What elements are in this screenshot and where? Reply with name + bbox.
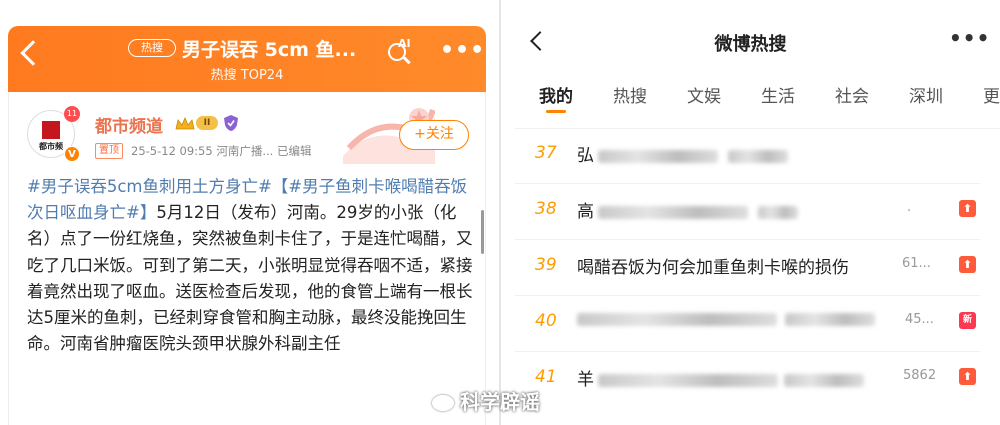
- watermark-text: 科学辟谣: [460, 390, 540, 414]
- heat-count: 45...: [905, 312, 934, 327]
- notification-badge: 11: [64, 106, 80, 122]
- rank-number: 39: [535, 255, 557, 275]
- rank-number: 38: [535, 199, 557, 219]
- rank-number: 37: [535, 143, 557, 163]
- hot-search-list-panel: 微博热搜 ••• 我的 热搜 文娱 生活 社会 深圳 更 37 弘 38 高 .…: [501, 0, 1000, 425]
- pinned-tag: 置顶: [95, 143, 123, 159]
- list-item[interactable]: 37 弘: [515, 128, 990, 184]
- rising-badge-icon: ⬆: [959, 200, 976, 217]
- new-badge-icon: 新: [959, 312, 976, 329]
- active-tab-indicator: [546, 110, 566, 113]
- heat-count: .: [907, 200, 912, 215]
- list-item[interactable]: 38 高 . ⬆: [515, 184, 990, 240]
- more-icon[interactable]: •••: [440, 38, 485, 63]
- weibo-post-panel: 热搜 男子误吞 5cm 鱼... 热搜 TOP24 AI ••• 都市频 11 …: [0, 0, 492, 425]
- list-item[interactable]: 41 羊 5862 ⬆: [515, 352, 990, 408]
- tab-entertainment[interactable]: 文娱: [687, 82, 721, 107]
- tab-society[interactable]: 社会: [835, 82, 869, 107]
- ai-label: AI: [398, 37, 411, 50]
- tab-hot[interactable]: 热搜: [613, 82, 647, 107]
- rising-badge-icon: ⬆: [959, 368, 976, 385]
- scrollbar[interactable]: [481, 210, 484, 254]
- heat-count: 61...: [902, 256, 931, 271]
- tab-mine[interactable]: 我的: [539, 82, 573, 107]
- follow-button[interactable]: +关注: [399, 120, 469, 150]
- crown-icon: [175, 116, 195, 130]
- topic-text: [577, 309, 875, 329]
- weibo-logo-icon: [432, 395, 454, 411]
- hashtag-link[interactable]: #男子误吞5cm鱼刺用土方身亡#: [27, 177, 272, 196]
- tab-shenzhen[interactable]: 深圳: [909, 82, 943, 107]
- rising-badge-icon: ⬆: [959, 256, 976, 273]
- ai-search-icon[interactable]: AI: [386, 37, 416, 67]
- tab-more[interactable]: 更: [983, 82, 1000, 107]
- tab-life[interactable]: 生活: [761, 82, 795, 107]
- topic-text: 弘: [577, 141, 788, 166]
- page-title: 微博热搜: [714, 34, 787, 55]
- level-badge: II: [196, 116, 218, 130]
- post-meta: 25-5-12 09:55 河南广播... 已编辑: [131, 144, 312, 158]
- post-body: #男子误吞5cm鱼刺用土方身亡#【#男子鱼刺卡喉喝醋吞饭次日呕血身亡#】5月12…: [27, 174, 475, 357]
- list-item[interactable]: 40 45... 新: [515, 296, 990, 352]
- hot-search-header: 热搜 男子误吞 5cm 鱼... 热搜 TOP24 AI •••: [8, 26, 486, 92]
- topic-text: 羊: [577, 365, 864, 390]
- more-icon[interactable]: •••: [949, 26, 990, 50]
- rank-number: 40: [535, 311, 557, 331]
- rank-number: 41: [535, 367, 557, 387]
- verified-icon: V: [64, 146, 80, 162]
- list-item[interactable]: 39 喝醋吞饭为何会加重鱼刺卡喉的损伤 61... ⬆: [515, 240, 990, 296]
- author-name[interactable]: 都市频道: [95, 112, 163, 137]
- heat-count: 5862: [903, 368, 937, 383]
- topic-text: 喝醋吞饭为何会加重鱼刺卡喉的损伤: [577, 258, 849, 278]
- hot-badge: 热搜: [128, 39, 176, 57]
- post-card: 都市频 11 V 都市频道 II 置顶 25-5-12 09:55 河南广播..…: [8, 92, 486, 425]
- watermark: 科学辟谣: [432, 386, 540, 415]
- topic-text: 高: [577, 197, 798, 222]
- shield-icon: [223, 114, 239, 132]
- header-title: 男子误吞 5cm 鱼...: [182, 39, 357, 61]
- back-icon[interactable]: [20, 40, 46, 66]
- post-text: 5月12日（发布）河南。29岁的小张（化名）点了一份红烧鱼，突然被鱼刺卡住了，于…: [27, 203, 473, 354]
